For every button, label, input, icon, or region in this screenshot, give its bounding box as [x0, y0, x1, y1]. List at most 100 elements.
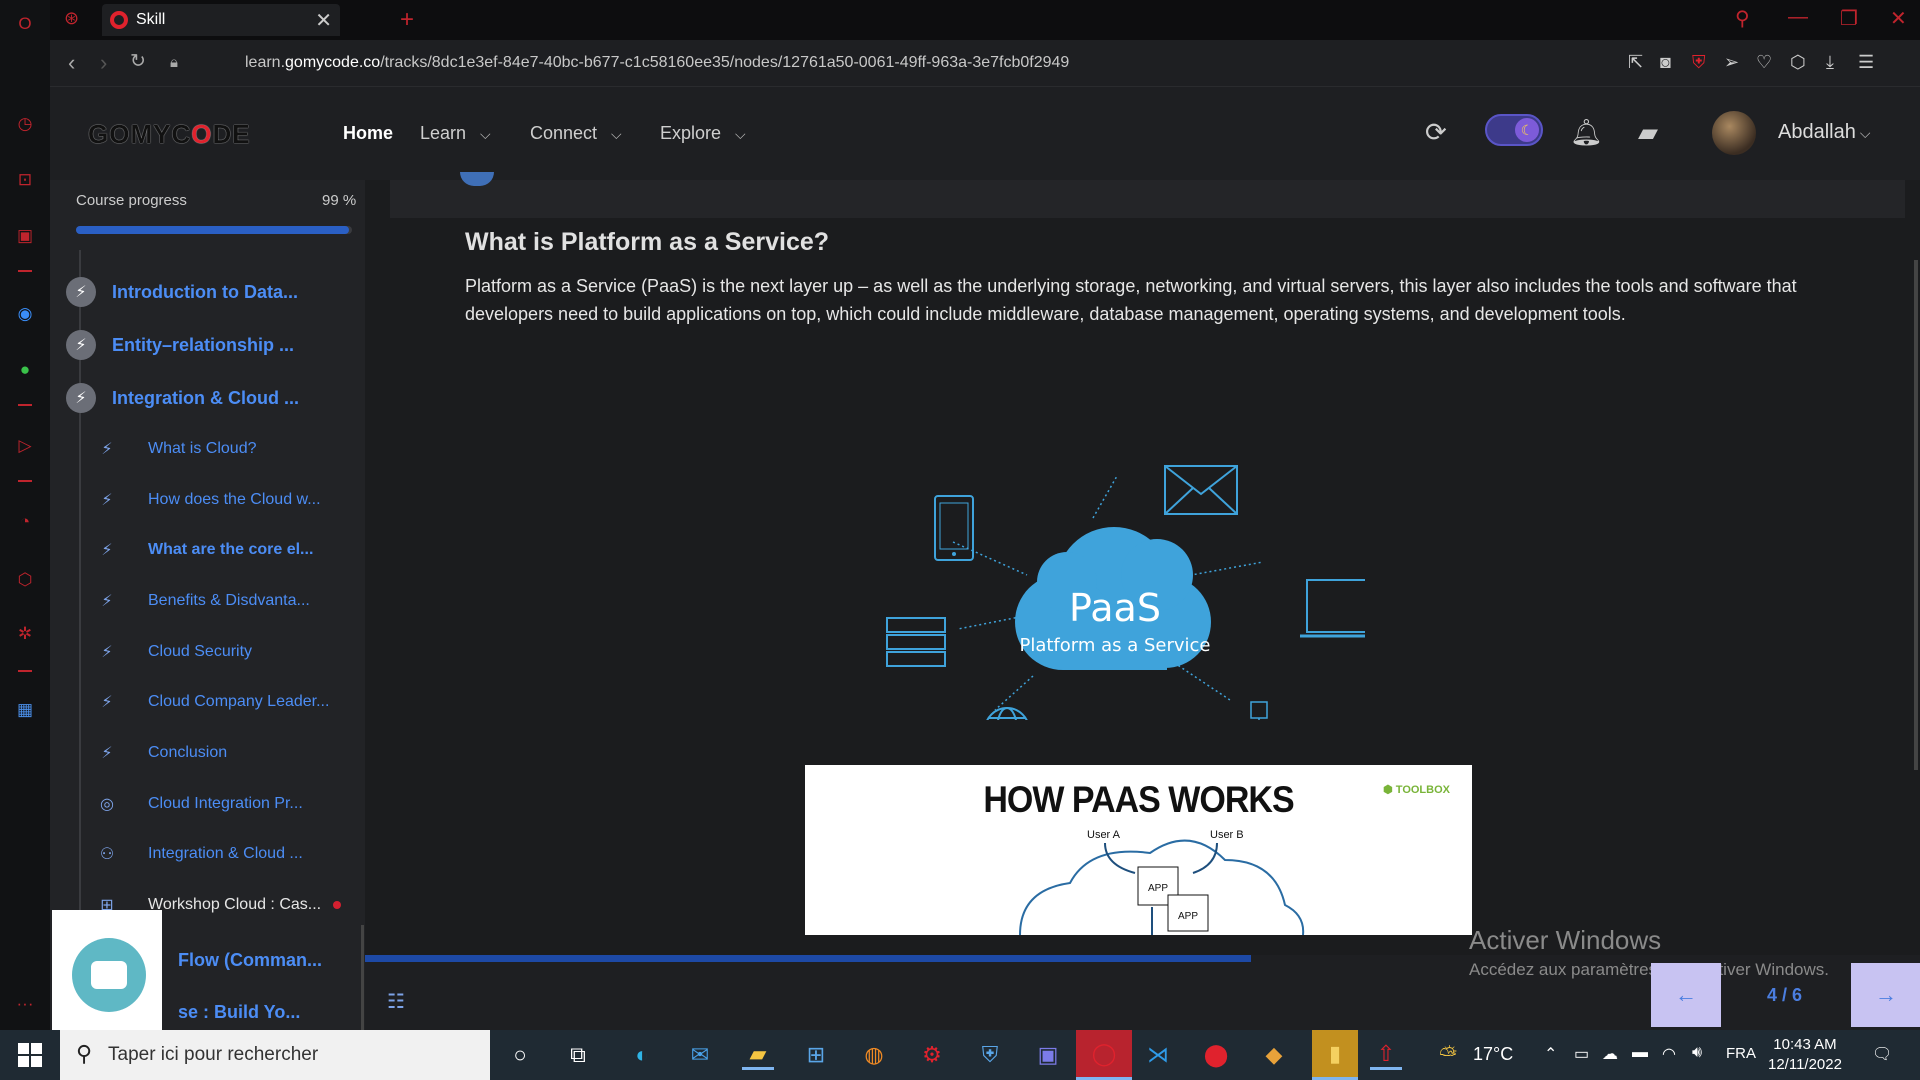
tab-skill[interactable]: Skill ✕: [102, 4, 340, 36]
url-path: /tracks/8dc1e3ef-84e7-40bc-b677-c1c58160…: [380, 54, 1070, 71]
close-tab-icon[interactable]: ✕: [315, 8, 332, 33]
more-icon[interactable]: ···: [13, 992, 37, 1016]
volume-icon[interactable]: 🔊︎: [1692, 1044, 1702, 1062]
snapshot-icon[interactable]: ◙: [1660, 52, 1671, 73]
lesson-item[interactable]: ⚡︎ Benefits & Disdvanta...: [96, 589, 309, 613]
history-icon[interactable]: ◔: [13, 510, 37, 534]
content-scrollbar[interactable]: [1914, 260, 1918, 770]
firefox-icon[interactable]: ◍: [858, 1040, 890, 1070]
opera-icon[interactable]: ⬤: [1200, 1040, 1232, 1070]
module-item[interactable]: ⚡︎ Entity–relationship ...: [66, 329, 294, 361]
gomycode-logo[interactable]: GOMYCODE: [88, 119, 251, 150]
notifications-bell-icon[interactable]: 🔔︎: [1570, 117, 1603, 148]
sidebar-scrollbar[interactable]: [361, 925, 364, 1030]
messenger-icon[interactable]: ◉: [13, 302, 37, 326]
vpn-icon[interactable]: ⛨: [1692, 52, 1706, 73]
send-icon[interactable]: ➢: [1724, 52, 1739, 73]
lesson-item[interactable]: ⚡︎ What is Cloud?: [96, 437, 256, 461]
shopping-icon[interactable]: ⊡: [13, 168, 37, 192]
dark-mode-toggle[interactable]: ☾: [1485, 114, 1543, 146]
tray-chevron-icon[interactable]: ⌃: [1544, 1044, 1557, 1064]
translate-icon[interactable]: ▦: [13, 698, 37, 722]
whatsapp-icon[interactable]: ●: [13, 358, 37, 382]
previous-button[interactable]: ←: [1651, 963, 1721, 1027]
restore-icon[interactable]: ❐: [1840, 6, 1858, 31]
battery-icon[interactable]: ▬: [1632, 1044, 1648, 1062]
user-menu[interactable]: Abdallah ⌵: [1778, 121, 1870, 144]
cortana-icon[interactable]: ○: [504, 1040, 536, 1070]
chat-widget[interactable]: [52, 910, 162, 1030]
folder-icon[interactable]: ▮: [1312, 1030, 1358, 1080]
module-item[interactable]: ⚡︎ Introduction to Data...: [66, 276, 298, 308]
lesson-item[interactable]: ⚇ Integration & Cloud ...: [96, 842, 303, 866]
lesson-item[interactable]: ◎ Cloud Integration Pr...: [96, 792, 303, 816]
edge-icon[interactable]: ◐: [626, 1040, 658, 1070]
table-of-contents-icon[interactable]: ☷: [387, 989, 405, 1014]
task-view-icon[interactable]: ⧉: [562, 1040, 594, 1070]
reload-icon[interactable]: ↻: [130, 50, 146, 73]
paas-works-illustration: APP APP: [1019, 839, 1305, 935]
nav-home[interactable]: Home: [343, 123, 393, 144]
nav-learn[interactable]: Learn ⌵: [420, 123, 491, 144]
upload-app-icon[interactable]: ⇧: [1370, 1040, 1402, 1070]
settings-icon[interactable]: ✲: [13, 622, 37, 646]
speed-dial-icon[interactable]: ◷: [13, 112, 37, 136]
taskbar-search[interactable]: ⚲ Taper ici pour rechercher: [60, 1030, 490, 1080]
new-tab-icon[interactable]: +: [400, 6, 414, 34]
clock-time: 10:43 AM: [1773, 1036, 1837, 1053]
teams-icon[interactable]: ▣: [1032, 1040, 1064, 1070]
wifi-icon[interactable]: ◠: [1662, 1044, 1676, 1064]
vscode-icon[interactable]: ⋊: [1142, 1040, 1174, 1070]
easy-setup-icon[interactable]: ☰: [1858, 52, 1874, 73]
lesson-item[interactable]: ⚡︎ Cloud Company Leader...: [96, 690, 329, 714]
onedrive-icon[interactable]: ☁: [1602, 1044, 1618, 1064]
lesson-item[interactable]: ⚡︎ Conclusion: [96, 741, 227, 765]
nav-explore[interactable]: Explore ⌵: [660, 123, 746, 144]
url-field[interactable]: learn.gomycode.co/tracks/8dc1e3ef-84e7-4…: [245, 54, 1069, 72]
back-icon[interactable]: ‹: [68, 50, 75, 76]
tab-strip: ⊛ Skill ✕ + ⚲ — ❐ ✕: [50, 0, 1920, 40]
lesson-title: What is Platform as a Service?: [465, 228, 830, 256]
store-icon[interactable]: ⊞: [800, 1040, 832, 1070]
gamepad-icon[interactable]: ⊛: [64, 8, 79, 29]
module-item[interactable]: se : Build Yo...: [178, 996, 300, 1028]
minimize-icon[interactable]: —: [1788, 6, 1808, 29]
twitch-icon[interactable]: ▣: [13, 224, 37, 248]
meet-now-icon[interactable]: ▭: [1574, 1044, 1589, 1064]
file-explorer-icon[interactable]: ▰: [742, 1040, 774, 1070]
bolt-icon: ⚡︎: [101, 694, 113, 711]
app-red-icon[interactable]: ⚙: [916, 1040, 948, 1070]
next-button[interactable]: →: [1851, 963, 1920, 1027]
opera-menu-icon[interactable]: O: [13, 12, 37, 36]
lesson-item[interactable]: ⚡︎ Cloud Security: [96, 640, 252, 664]
bookmark-heart-icon[interactable]: ♡: [1756, 52, 1772, 73]
clock[interactable]: 10:43 AM 12/11/2022: [1768, 1035, 1842, 1075]
forward-icon[interactable]: ›: [100, 50, 107, 76]
module-item[interactable]: Flow (Comman...: [178, 944, 322, 976]
chevron-down-icon: ⌵: [480, 126, 491, 142]
chat-bubble-icon[interactable]: [72, 938, 146, 1012]
notifications-icon[interactable]: 🗨︎: [1872, 1044, 1892, 1064]
module-label: se : Build Yo...: [178, 1001, 301, 1022]
avatar[interactable]: [1712, 111, 1756, 155]
extensions-icon[interactable]: ⬡: [13, 568, 37, 592]
messages-icon[interactable]: ▰: [1638, 117, 1658, 148]
lesson-item-current[interactable]: ⚡︎ What are the core el...: [96, 538, 313, 562]
shield-app-icon[interactable]: ⛨: [974, 1040, 1006, 1070]
search-tabs-icon[interactable]: ⚲: [1735, 6, 1750, 31]
nav-connect[interactable]: Connect ⌵: [530, 123, 622, 144]
wallet-icon[interactable]: ⬡: [1790, 52, 1806, 73]
bolt-icon: ⚡︎: [101, 644, 113, 661]
player-icon[interactable]: ▷: [13, 434, 37, 458]
close-window-icon[interactable]: ✕: [1890, 6, 1907, 31]
opera-gx-icon[interactable]: ◯: [1076, 1030, 1132, 1080]
sync-icon[interactable]: ⟳: [1425, 117, 1447, 148]
git-icon[interactable]: ◆: [1258, 1040, 1290, 1070]
lesson-item[interactable]: ⚡︎ How does the Cloud w...: [96, 488, 320, 512]
share-icon[interactable]: ⇱: [1628, 52, 1643, 73]
start-button[interactable]: [18, 1043, 42, 1067]
language-indicator[interactable]: FRA: [1726, 1045, 1756, 1062]
module-item[interactable]: ⚡︎ Integration & Cloud ...: [66, 382, 299, 414]
download-icon[interactable]: ⤓: [1826, 52, 1834, 73]
mail-icon[interactable]: ✉: [684, 1040, 716, 1070]
